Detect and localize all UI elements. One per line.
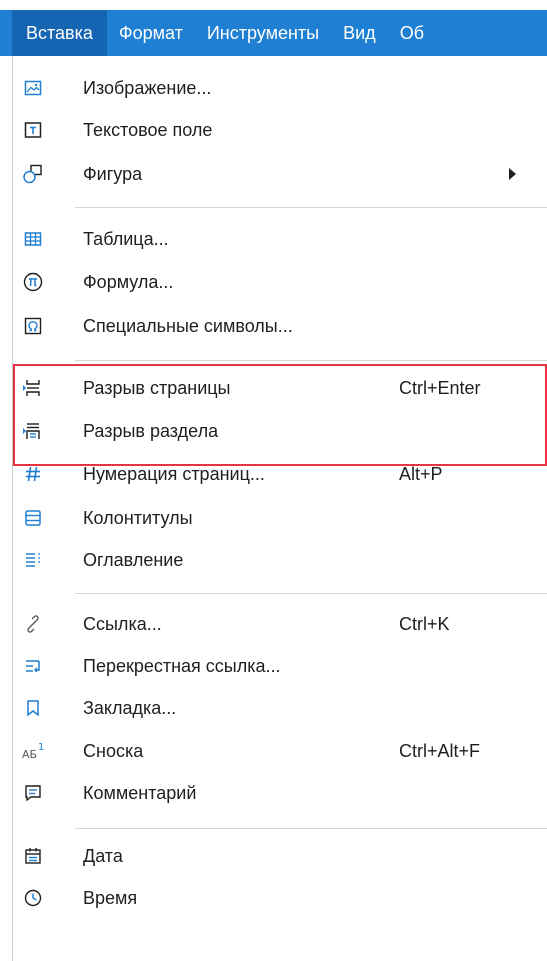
menu-format[interactable]: Формат: [107, 10, 195, 56]
menu-item-text-field[interactable]: Текстовое поле: [13, 110, 547, 150]
menu-item-comment[interactable]: Комментарий: [13, 773, 547, 813]
menu-item-label: Сноска: [83, 741, 144, 761]
image-icon: [13, 68, 53, 108]
special-symbols-icon: [13, 306, 53, 346]
menu-item-link[interactable]: Ссылка... Ctrl+K: [13, 604, 547, 644]
page-numbering-icon: [13, 454, 53, 494]
menu-item-label: Оглавление: [83, 550, 184, 570]
menu-item-label: Нумерация страниц...: [83, 464, 265, 484]
menu-bar: Вставка Формат Инструменты Вид Об: [0, 0, 547, 62]
shape-icon: [13, 154, 53, 194]
text-field-icon: [13, 110, 53, 150]
menu-item-label: Комментарий: [83, 783, 197, 803]
menu-item-label: Фигура: [83, 164, 143, 184]
menu-item-shape[interactable]: Фигура: [13, 154, 547, 194]
date-icon: [13, 836, 53, 876]
menu-item-shortcut: Ctrl+Alt+F: [399, 741, 481, 761]
menu-about[interactable]: Об: [388, 10, 436, 56]
menu-item-cross-reference[interactable]: Перекрестная ссылка...: [13, 646, 547, 686]
menu-item-shortcut: Ctrl+K: [399, 614, 450, 634]
menu-item-footnote[interactable]: AБ 1 Сноска Ctrl+Alt+F: [13, 731, 547, 771]
submenu-arrow-icon: [509, 168, 516, 180]
comment-icon: [13, 773, 53, 813]
menu-item-label: Текстовое поле: [83, 120, 213, 140]
svg-text:1: 1: [38, 742, 44, 753]
menu-item-label: Колонтитулы: [83, 508, 193, 528]
menu-item-label: Ссылка...: [83, 614, 162, 634]
formula-icon: [13, 262, 53, 302]
menu-tools[interactable]: Инструменты: [195, 10, 331, 56]
footnote-icon: AБ 1: [13, 731, 53, 771]
link-icon: [13, 604, 53, 644]
menu-item-shortcut: Alt+P: [399, 464, 443, 484]
table-icon: [13, 219, 53, 259]
cross-reference-icon: [13, 646, 53, 686]
menu-item-label: Дата: [83, 846, 123, 866]
menu-separator: [75, 360, 547, 361]
table-of-contents-icon: [13, 540, 53, 580]
header-footer-icon: [13, 498, 53, 538]
menu-item-label: Формула...: [83, 272, 174, 292]
menu-insert[interactable]: Вставка: [12, 10, 107, 56]
menu-item-bookmark[interactable]: Закладка...: [13, 688, 547, 728]
time-icon: [13, 878, 53, 918]
menu-item-label: Перекрестная ссылка...: [83, 656, 281, 676]
menu-bar-strip: Вставка Формат Инструменты Вид Об: [0, 10, 547, 56]
menu-item-time[interactable]: Время: [13, 878, 547, 918]
menu-item-page-numbering[interactable]: Нумерация страниц... Alt+P: [13, 454, 547, 494]
menu-item-image[interactable]: Изображение...: [13, 68, 547, 108]
menu-item-table-of-contents[interactable]: Оглавление: [13, 540, 547, 580]
menu-item-label: Закладка...: [83, 698, 177, 718]
menu-item-label: Таблица...: [83, 229, 169, 249]
menu-item-header-footer[interactable]: Колонтитулы: [13, 498, 547, 538]
menu-item-label: Время: [83, 888, 138, 908]
menu-item-label: Специальные символы...: [83, 316, 293, 336]
menu-separator: [75, 207, 547, 208]
menu-separator: [75, 828, 547, 829]
menu-item-table[interactable]: Таблица...: [13, 219, 547, 259]
menu-item-label: Изображение...: [83, 78, 212, 98]
menu-view[interactable]: Вид: [331, 10, 388, 56]
menu-item-special-symbols[interactable]: Специальные символы...: [13, 306, 547, 346]
menu-item-formula[interactable]: Формула...: [13, 262, 547, 302]
menu-separator: [75, 593, 547, 594]
highlight-box: [13, 364, 547, 466]
menu-item-date[interactable]: Дата: [13, 836, 547, 876]
svg-text:AБ: AБ: [22, 748, 37, 761]
bookmark-icon: [13, 688, 53, 728]
insert-dropdown-menu: Изображение... Текстовое поле Фигура Таб…: [12, 56, 547, 961]
